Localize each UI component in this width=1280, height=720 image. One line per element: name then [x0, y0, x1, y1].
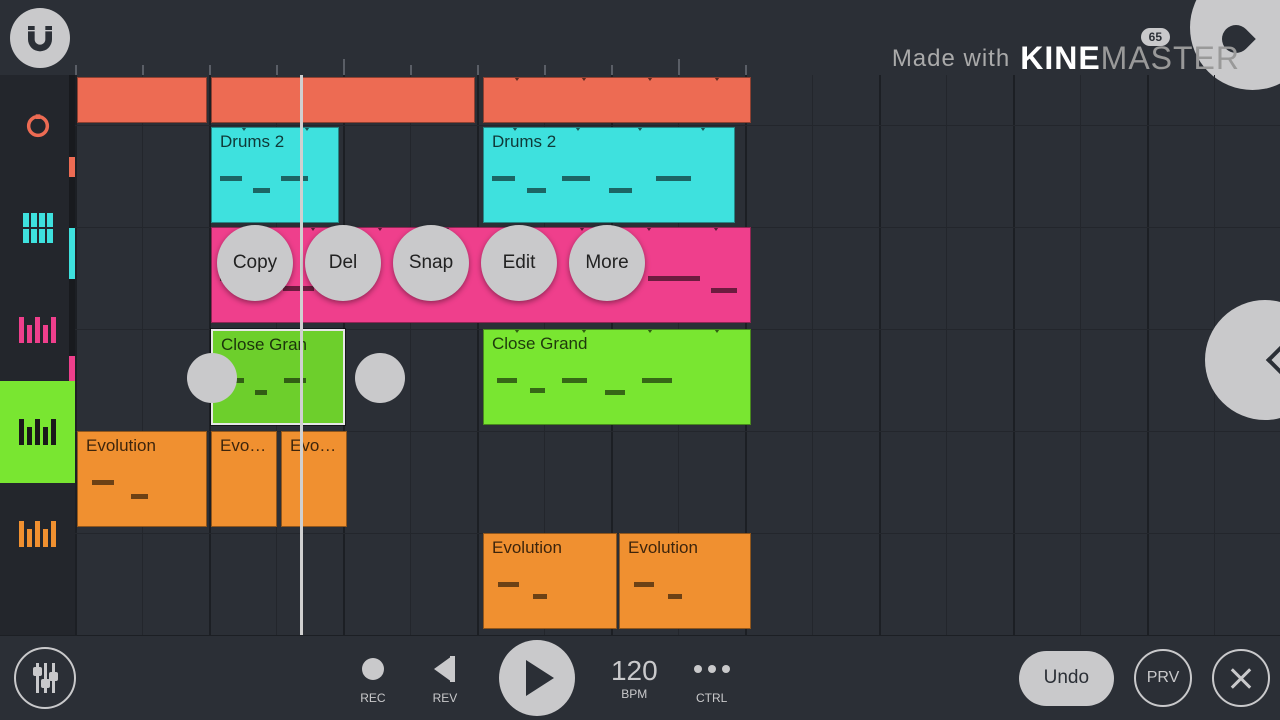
clip-evolution-a[interactable]: Evolution [77, 431, 207, 527]
clip-drums2-a[interactable]: Drums 2 [211, 127, 339, 223]
selection-handle-right[interactable] [355, 353, 405, 403]
mixer-button[interactable] [14, 647, 76, 709]
record-icon [362, 658, 384, 680]
clip-evolution-e[interactable]: Evolution [619, 533, 751, 629]
track-icon-3[interactable] [0, 279, 75, 381]
context-more-button[interactable]: More [569, 225, 645, 301]
context-copy-button[interactable]: Copy [217, 225, 293, 301]
context-snap-button[interactable]: Snap [393, 225, 469, 301]
context-edit-button[interactable]: Edit [481, 225, 557, 301]
clip-red-2[interactable] [211, 77, 475, 123]
arranger-area[interactable]: Drums 2 Drums 2 Close Gran Close Grand E… [75, 75, 1280, 635]
track-icon-5[interactable] [0, 483, 75, 585]
clip-closegrand-b[interactable]: Close Grand [483, 329, 751, 425]
ctrl-menu-button[interactable]: CTRL [694, 651, 730, 705]
track-icon-4[interactable] [0, 381, 75, 483]
play-button[interactable] [499, 640, 575, 716]
clip-red-3[interactable] [483, 77, 751, 123]
rewind-button[interactable]: REV [427, 651, 463, 705]
clip-evolution-c[interactable]: Evolut... [281, 431, 347, 527]
dots-icon [694, 665, 730, 673]
playhead[interactable] [300, 75, 303, 635]
rewind-icon [434, 656, 455, 682]
track-icon-2[interactable] [0, 177, 75, 279]
prv-button[interactable]: PRV [1134, 649, 1192, 707]
context-del-button[interactable]: Del [305, 225, 381, 301]
close-button[interactable] [1212, 649, 1270, 707]
bpm-control[interactable]: 120 BPM [611, 655, 658, 701]
watermark: Made with KINEMASTER [892, 40, 1240, 77]
selection-handle-left[interactable] [187, 353, 237, 403]
clip-evolution-b[interactable]: Evolut... [211, 431, 277, 527]
clip-drums2-b[interactable]: Drums 2 [483, 127, 735, 223]
undo-button[interactable]: Undo [1019, 651, 1114, 706]
clip-pink[interactable] [211, 227, 751, 323]
track-icon-1[interactable] [0, 75, 75, 177]
magnet-button[interactable] [10, 8, 70, 68]
track-sidebar [0, 75, 75, 635]
clip-evolution-d[interactable]: Evolution [483, 533, 617, 629]
record-button[interactable]: REC [355, 651, 391, 705]
transport-bar: REC REV 120 BPM CTRL Undo PRV [0, 635, 1280, 720]
clip-red-1[interactable] [77, 77, 207, 123]
